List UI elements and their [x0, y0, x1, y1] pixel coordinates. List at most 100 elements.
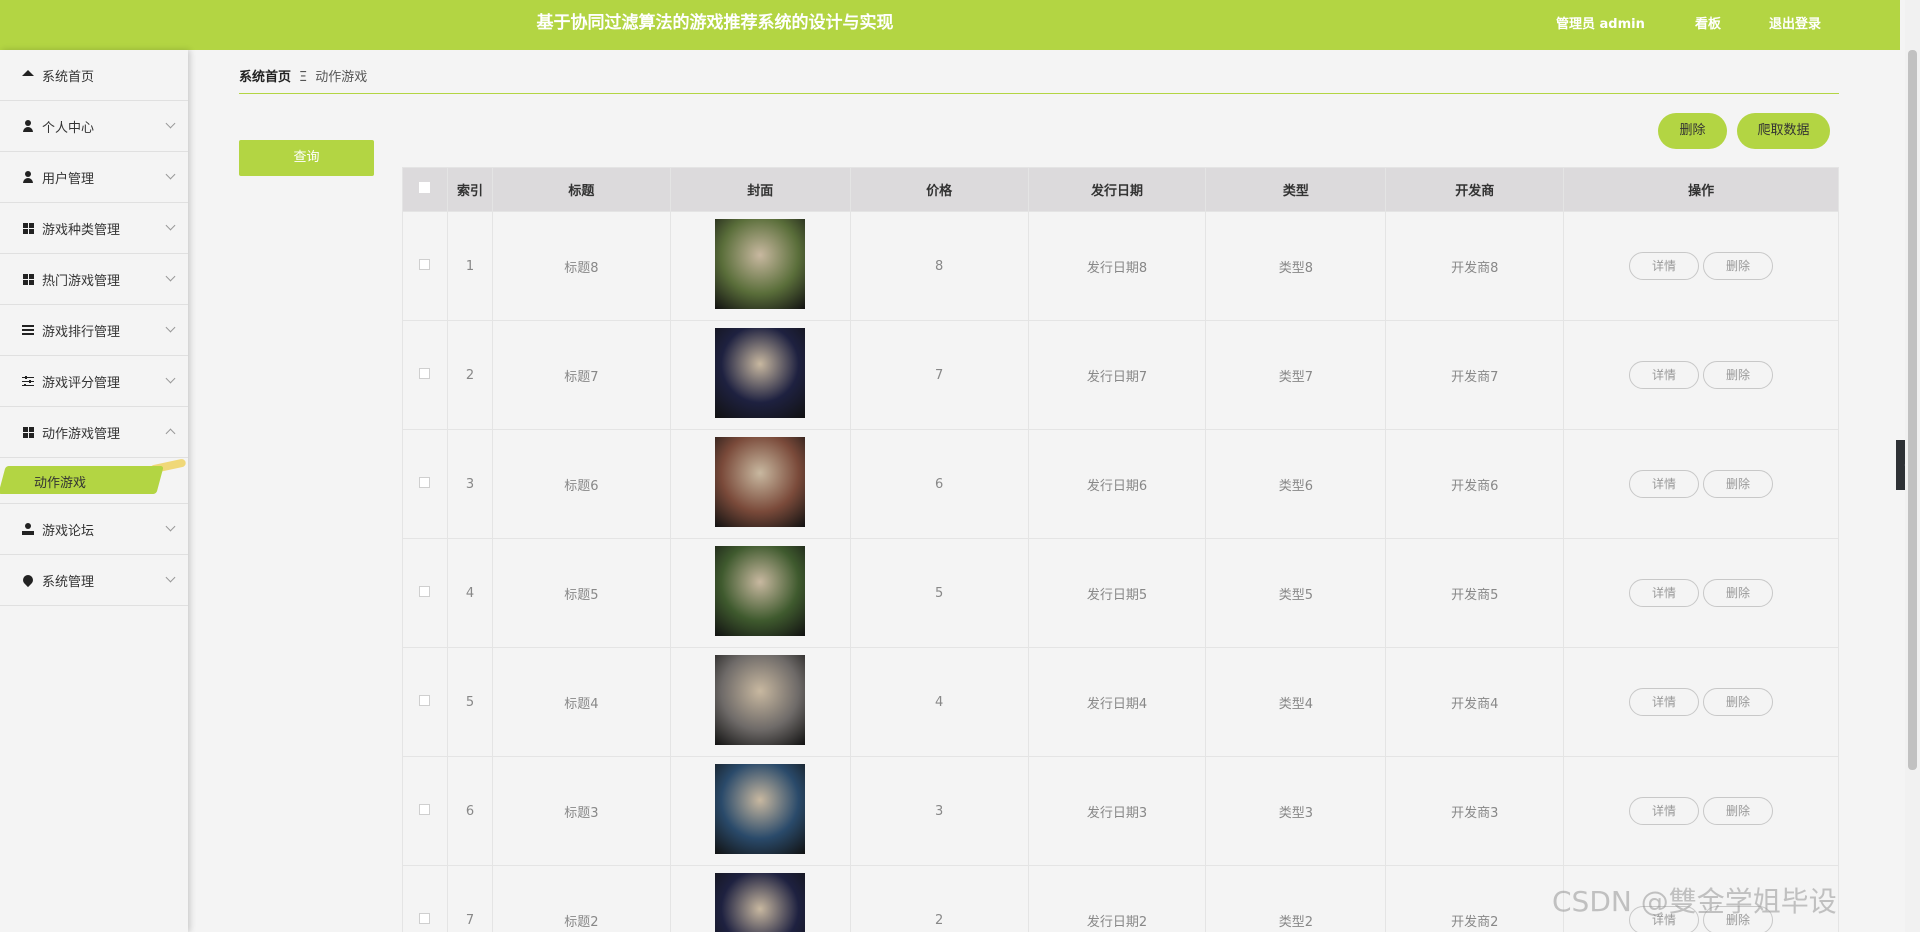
user-icon: [22, 120, 34, 132]
column-header: 索引: [446, 167, 493, 212]
dashboard-link[interactable]: 看板: [1695, 13, 1721, 32]
cover-image: [715, 764, 806, 854]
detail-button[interactable]: 详情: [1629, 361, 1700, 389]
logout-link[interactable]: 退出登录: [1769, 13, 1821, 32]
developer-cell: 开发商4: [1385, 647, 1565, 757]
row-checkbox[interactable]: [419, 694, 431, 706]
title-cell: 标题7: [491, 320, 671, 430]
index-cell: 3: [446, 429, 493, 539]
row-delete-button[interactable]: 删除: [1703, 688, 1774, 716]
column-header: 价格: [849, 167, 1029, 212]
sidebar-item-action-games[interactable]: 动作游戏管理: [0, 407, 188, 458]
row-select-cell[interactable]: [402, 538, 448, 648]
sidebar-item-home[interactable]: 系统首页: [0, 50, 188, 101]
sidebar-item-personal-center[interactable]: 个人中心: [0, 101, 188, 152]
sidebar-subitem-action-games[interactable]: 动作游戏: [0, 458, 188, 504]
type-cell: 类型6: [1205, 429, 1387, 539]
row-select-cell[interactable]: [402, 429, 448, 539]
row-select-cell[interactable]: [402, 211, 448, 321]
table-row: 4 标题5 5 发行日期5 类型5 开发商5 详情 删除: [402, 538, 1839, 648]
type-cell: 类型2: [1205, 865, 1387, 932]
chevron-down-icon: [165, 118, 176, 129]
row-select-cell[interactable]: [402, 320, 448, 430]
sliders-icon: [22, 375, 34, 387]
cover-image: [715, 655, 806, 745]
title-cell: 标题5: [491, 538, 671, 648]
actions-cell: 详情 删除: [1563, 538, 1839, 648]
breadcrumb: 系统首页 Ξ 动作游戏: [239, 66, 367, 85]
row-checkbox[interactable]: [419, 367, 431, 379]
row-delete-button[interactable]: 删除: [1703, 579, 1774, 607]
cover-image: [715, 437, 806, 527]
row-checkbox[interactable]: [419, 585, 431, 597]
actions-cell: 详情 删除: [1563, 647, 1839, 757]
column-header: 标题: [491, 167, 671, 212]
title-cell: 标题3: [491, 756, 671, 866]
row-select-cell[interactable]: [402, 647, 448, 757]
index-cell: 7: [446, 865, 493, 932]
developer-cell: 开发商7: [1385, 320, 1565, 430]
row-delete-button[interactable]: 删除: [1703, 470, 1774, 498]
detail-button[interactable]: 详情: [1629, 688, 1700, 716]
column-header: 发行日期: [1027, 167, 1207, 212]
breadcrumb-divider: [239, 93, 1839, 94]
watermark: CSDN @雙金学姐毕设: [1552, 885, 1837, 918]
detail-button[interactable]: 详情: [1629, 797, 1700, 825]
cover-image: [715, 873, 806, 932]
app-title: 基于协同过滤算法的游戏推荐系统的设计与实现: [536, 13, 894, 33]
sidebar-item-hot-games[interactable]: 热门游戏管理: [0, 254, 188, 305]
pin-icon: [20, 572, 36, 588]
price-cell: 2: [849, 865, 1029, 932]
row-select-cell[interactable]: [402, 865, 448, 932]
column-header: 类型: [1205, 167, 1387, 212]
column-header: 开发商: [1385, 167, 1565, 212]
row-checkbox[interactable]: [419, 912, 431, 924]
row-select-cell[interactable]: [402, 756, 448, 866]
top-header-bar: 基于协同过滤算法的游戏推荐系统的设计与实现 管理员 admin 看板 退出登录: [0, 0, 1900, 50]
column-header: 封面: [669, 167, 851, 212]
chevron-down-icon: [165, 373, 176, 384]
table-row: 5 标题4 4 发行日期4 类型4 开发商4 详情 删除: [402, 647, 1839, 757]
scrollbar-thumb[interactable]: [1908, 50, 1917, 770]
title-cell: 标题8: [491, 211, 671, 321]
chevron-down-icon: [165, 271, 176, 282]
sidebar-item-game-ranking[interactable]: 游戏排行管理: [0, 305, 188, 356]
page-scrollbar[interactable]: [1905, 0, 1920, 932]
admin-user-label[interactable]: 管理员 admin: [1556, 13, 1645, 32]
select-all-cell[interactable]: [402, 167, 448, 212]
crawl-data-button[interactable]: 爬取数据: [1737, 113, 1830, 149]
index-cell: 4: [446, 538, 493, 648]
row-delete-button[interactable]: 删除: [1703, 361, 1774, 389]
breadcrumb-home[interactable]: 系统首页: [239, 70, 291, 85]
sidebar-item-game-rating[interactable]: 游戏评分管理: [0, 356, 188, 407]
chevron-down-icon: [165, 572, 176, 583]
row-delete-button[interactable]: 删除: [1703, 797, 1774, 825]
chevron-up-icon: [165, 428, 176, 439]
row-checkbox[interactable]: [419, 803, 431, 815]
row-checkbox[interactable]: [419, 476, 431, 488]
detail-button[interactable]: 详情: [1629, 252, 1700, 280]
table-row: 2 标题7 7 发行日期7 类型7 开发商7 详情 删除: [402, 320, 1839, 430]
table-row: 6 标题3 3 发行日期3 类型3 开发商3 详情 删除: [402, 756, 1839, 866]
release-date-cell: 发行日期7: [1027, 320, 1207, 430]
row-delete-button[interactable]: 删除: [1703, 252, 1774, 280]
chevron-down-icon: [165, 169, 176, 180]
index-cell: 6: [446, 756, 493, 866]
index-cell: 1: [446, 211, 493, 321]
release-date-cell: 发行日期3: [1027, 756, 1207, 866]
actions-cell: 详情 删除: [1563, 429, 1839, 539]
sidebar-item-user-management[interactable]: 用户管理: [0, 152, 188, 203]
row-checkbox[interactable]: [419, 258, 431, 270]
detail-button[interactable]: 详情: [1629, 579, 1700, 607]
query-button[interactable]: 查询: [239, 140, 374, 176]
select-all-checkbox[interactable]: [419, 182, 431, 193]
sidebar-item-system-management[interactable]: 系统管理: [0, 555, 188, 606]
sidebar-item-game-forum[interactable]: 游戏论坛: [0, 504, 188, 555]
sidebar-item-game-category[interactable]: 游戏种类管理: [0, 203, 188, 254]
detail-button[interactable]: 详情: [1629, 470, 1700, 498]
delete-button[interactable]: 删除: [1658, 113, 1727, 149]
release-date-cell: 发行日期2: [1027, 865, 1207, 932]
sidebar-item-label: 热门游戏管理: [42, 273, 121, 289]
cover-image: [715, 546, 806, 636]
sidebar-item-label: 游戏论坛: [42, 523, 95, 539]
